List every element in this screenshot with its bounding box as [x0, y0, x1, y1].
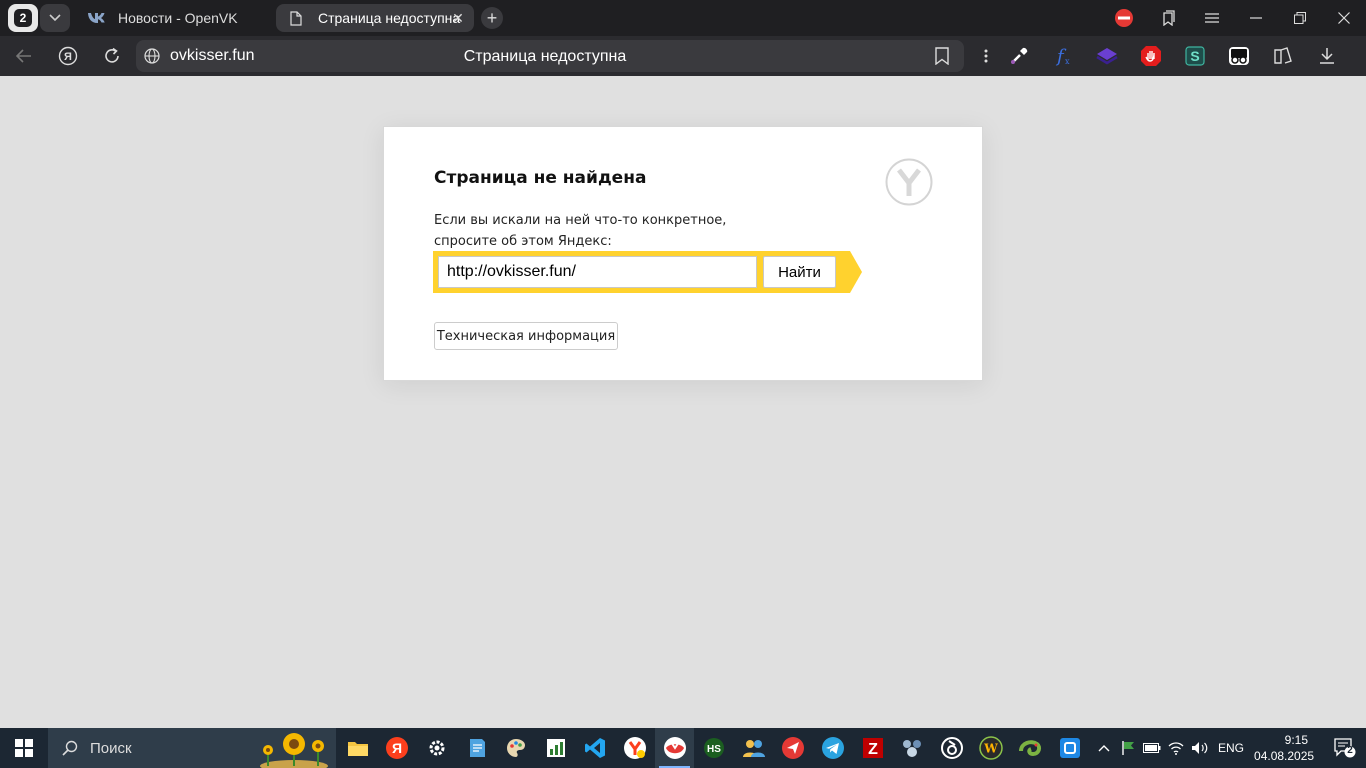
search-input[interactable]: [438, 256, 757, 288]
glasses-icon[interactable]: [1217, 36, 1261, 76]
svg-text:Z: Z: [868, 741, 878, 758]
people-icon[interactable]: [734, 728, 774, 768]
search-label: Поиск: [90, 739, 132, 757]
taskbar: Поиск Я HS Z W ENG 9:15 04.08.2025 2: [0, 728, 1366, 768]
more-icon[interactable]: [975, 36, 997, 76]
yandex-browser-icon[interactable]: [654, 728, 695, 768]
tab-openvk[interactable]: Новости - OpenVK: [76, 4, 271, 32]
red-arrow-icon[interactable]: [774, 728, 814, 768]
notifications-button[interactable]: 2: [1334, 738, 1356, 758]
yandex-browser-logo-icon: [885, 158, 933, 206]
settings-icon[interactable]: [417, 728, 457, 768]
telegram-icon[interactable]: [813, 728, 853, 768]
hs-icon[interactable]: HS: [694, 728, 734, 768]
paint-icon[interactable]: [496, 728, 536, 768]
search-button[interactable]: Найти: [763, 256, 836, 288]
eyedropper-icon[interactable]: [997, 36, 1041, 76]
svg-text:W: W: [984, 742, 999, 756]
volume-icon[interactable]: [1188, 728, 1212, 768]
taskbar-search[interactable]: Поиск: [48, 728, 336, 768]
adblock-status-icon[interactable]: [1102, 0, 1146, 36]
fx-icon[interactable]: fx: [1041, 36, 1085, 76]
error-description-line: спросите об этом Яндекс:: [434, 234, 612, 249]
sunflower-icon: [260, 733, 328, 768]
file-explorer-icon[interactable]: [338, 728, 378, 768]
error-description: Если вы искали на ней что-то конкретное,…: [434, 210, 726, 252]
notification-count: 2: [1347, 745, 1353, 756]
window-controls: [1102, 0, 1366, 36]
reload-icon: [105, 47, 119, 63]
collections-icon[interactable]: [1146, 0, 1190, 36]
menu-icon[interactable]: [1190, 0, 1234, 36]
reload-button[interactable]: [98, 42, 126, 70]
search-icon: [62, 740, 78, 756]
vscode-icon[interactable]: [576, 728, 616, 768]
taskbar-apps: Я HS Z W: [338, 728, 1090, 768]
wifi-icon[interactable]: [1164, 728, 1188, 768]
layers-icon[interactable]: [1085, 36, 1129, 76]
svg-text:S: S: [1190, 48, 1199, 64]
delta-icon[interactable]: [932, 728, 972, 768]
chevron-down-icon: [49, 14, 61, 22]
windows-icon: [15, 739, 33, 757]
yandex-icon[interactable]: Я: [378, 728, 418, 768]
tab-title: Страница недоступна: [318, 10, 461, 26]
minimize-icon[interactable]: [1234, 0, 1278, 36]
extensions-bar: fx S: [975, 36, 1349, 76]
yandex-ya-icon: Я: [58, 46, 78, 66]
svg-text:Я: Я: [392, 740, 402, 756]
clock[interactable]: 9:15 04.08.2025: [1254, 732, 1315, 764]
restore-icon[interactable]: [1278, 0, 1322, 36]
download-icon[interactable]: [1305, 36, 1349, 76]
adblock-hand-icon[interactable]: [1129, 36, 1173, 76]
network-icon[interactable]: [892, 728, 932, 768]
language-indicator[interactable]: ENG: [1218, 741, 1244, 755]
document-icon: [286, 10, 306, 26]
tab-title: Новости - OpenVK: [118, 10, 238, 26]
clock-time: 9:15: [1284, 733, 1309, 747]
yandex-home-button[interactable]: Я: [54, 42, 82, 70]
blue-square-icon[interactable]: [1051, 728, 1091, 768]
navigation-bar: Я ovkisser.fun Страница недоступна fx S: [0, 36, 1366, 76]
yandex-music-icon[interactable]: [615, 728, 655, 768]
address-page-title: Страница недоступна: [463, 48, 627, 65]
svg-text:x: x: [1065, 57, 1070, 66]
vk-icon: [86, 12, 106, 24]
tab-count: 2: [14, 9, 32, 27]
notepad-icon[interactable]: [457, 728, 497, 768]
error-card: Страница не найдена Если вы искали на не…: [383, 126, 983, 381]
svg-text:Я: Я: [64, 51, 72, 63]
battery-icon[interactable]: [1140, 728, 1164, 768]
tabs-dropdown-button[interactable]: [40, 4, 70, 32]
start-button[interactable]: [0, 728, 48, 768]
close-window-icon[interactable]: [1322, 0, 1366, 36]
technical-info-button[interactable]: Техническая информация: [434, 322, 618, 350]
chart-icon[interactable]: [536, 728, 576, 768]
error-description-line: Если вы искали на ней что-то конкретное,: [434, 213, 727, 228]
new-tab-button[interactable]: +: [481, 7, 503, 29]
tab-counter-button[interactable]: 2: [8, 4, 38, 32]
page-title: Страница не найдена: [434, 168, 647, 188]
s-extension-icon[interactable]: S: [1173, 36, 1217, 76]
chameleon-icon[interactable]: [1011, 728, 1051, 768]
system-tray: ENG 9:15 04.08.2025: [1092, 728, 1322, 768]
bookmark-icon[interactable]: [934, 47, 950, 65]
arrow-left-icon: [16, 49, 31, 63]
green-flag-icon[interactable]: [1116, 728, 1140, 768]
close-tab-icon[interactable]: ✕: [450, 10, 466, 26]
tab-collections-icon[interactable]: [1261, 36, 1305, 76]
wordpress-icon[interactable]: W: [972, 728, 1012, 768]
chevron-up-icon[interactable]: [1092, 728, 1116, 768]
svg-text:HS: HS: [707, 744, 721, 755]
search-strip-arrow: [850, 251, 862, 293]
tab-page-unavailable[interactable]: Страница недоступна ✕: [276, 4, 474, 32]
title-bar: 2 Новости - OpenVK Страница недоступна ✕…: [0, 0, 1366, 36]
address-bar[interactable]: ovkisser.fun Страница недоступна: [136, 40, 964, 72]
filezilla-icon[interactable]: Z: [853, 728, 893, 768]
back-button[interactable]: [10, 42, 38, 70]
clock-date: 04.08.2025: [1254, 749, 1315, 763]
